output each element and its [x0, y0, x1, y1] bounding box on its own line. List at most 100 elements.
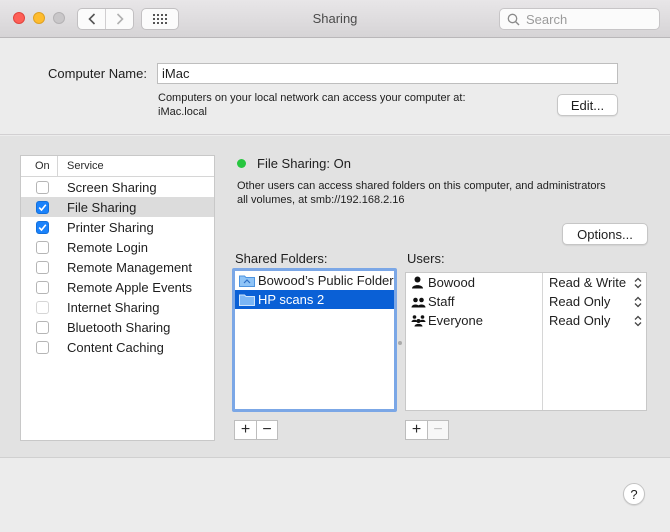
service-checkbox[interactable] [35, 220, 49, 234]
network-info-line: Computers on your local network can acce… [158, 92, 466, 104]
service-checkbox[interactable] [35, 200, 49, 214]
service-list: On Service Screen Sharing File Sharing Pri… [20, 155, 215, 441]
sharing-main-section: On Service Screen Sharing File Sharing Pri… [0, 136, 670, 458]
service-row[interactable]: Internet Sharing [21, 297, 214, 317]
service-checkbox-cell [21, 300, 67, 314]
status-indicator [237, 159, 246, 168]
user-row[interactable]: Bowood [406, 273, 542, 292]
user-icon [412, 276, 423, 289]
service-list-header: On Service [21, 156, 214, 177]
service-checkbox-cell [21, 200, 67, 214]
service-checkbox[interactable] [35, 280, 49, 294]
user-icon-wrap [411, 314, 428, 327]
remove-folder-button[interactable]: − [256, 421, 277, 439]
service-label: Remote Management [67, 259, 193, 275]
user-name: Staff [428, 294, 455, 309]
users-permissions-table: Bowood Staff Everyone Read & Write Read Onl… [405, 272, 647, 411]
service-checkbox[interactable] [35, 180, 49, 194]
computer-name-field[interactable]: iMac [157, 63, 618, 84]
shared-folder-label: HP scans 2 [258, 292, 325, 307]
folder-icon [239, 275, 255, 287]
edit-button[interactable]: Edit... [557, 94, 618, 116]
network-address: iMac.local [158, 106, 207, 118]
user-name: Bowood [428, 275, 475, 290]
service-checkbox [35, 300, 49, 314]
folder-icon-wrap [239, 293, 255, 306]
split-view-handle[interactable] [398, 341, 402, 345]
shared-folder-row[interactable]: Bowood’s Public Folder [235, 271, 394, 290]
help-button[interactable]: ? [623, 483, 645, 505]
column-header-on[interactable]: On [21, 156, 58, 176]
service-checkbox-cell [21, 240, 67, 254]
service-label: Bluetooth Sharing [67, 319, 171, 335]
remove-user-button[interactable]: − [427, 421, 448, 439]
service-checkbox-cell [21, 220, 67, 234]
service-checkbox[interactable] [35, 340, 49, 354]
shared-folder-label: Bowood’s Public Folder [258, 273, 394, 288]
sharing-window: Sharing Search Computer Name: iMac Compu… [0, 0, 670, 532]
service-checkbox[interactable] [35, 240, 49, 254]
up-down-arrows-icon [634, 315, 642, 327]
group-icon [411, 297, 426, 308]
users-column: Bowood Staff Everyone [406, 273, 543, 410]
checkmark-icon [38, 203, 46, 211]
up-down-arrows-icon [634, 296, 642, 308]
service-checkbox[interactable] [35, 320, 49, 334]
service-checkbox[interactable] [35, 260, 49, 274]
computer-name-section: Computer Name: iMac Computers on your lo… [0, 39, 670, 135]
service-checkbox-cell [21, 340, 67, 354]
add-folder-button[interactable]: + [235, 421, 256, 439]
permissions-column: Read & Write Read Only Read Only [543, 273, 646, 410]
service-label: Printer Sharing [67, 219, 154, 235]
status-description-line: all volumes, at smb://192.168.2.16 [237, 194, 405, 206]
service-row[interactable]: File Sharing [21, 197, 214, 217]
title-bar: Sharing Search [0, 0, 670, 38]
service-checkbox-cell [21, 280, 67, 294]
folder-icon [239, 294, 255, 306]
user-name: Everyone [428, 313, 483, 328]
column-header-service[interactable]: Service [58, 160, 104, 172]
service-row[interactable]: Bluetooth Sharing [21, 317, 214, 337]
status-description-line: Other users can access shared folders on… [237, 180, 606, 192]
search-field[interactable]: Search [499, 8, 660, 30]
service-row[interactable]: Content Caching [21, 337, 214, 357]
search-icon [500, 13, 526, 26]
status-description: Other users can access shared folders on… [237, 179, 647, 207]
up-down-arrows-icon [634, 277, 642, 289]
sharing-status: File Sharing: On [237, 156, 351, 171]
computer-name-label: Computer Name: [48, 66, 147, 81]
service-row[interactable]: Remote Management [21, 257, 214, 277]
shared-folders-label: Shared Folders: [235, 251, 328, 266]
permission-label: Read Only [549, 294, 611, 309]
shared-folder-row[interactable]: HP scans 2 [235, 290, 394, 309]
service-row[interactable]: Screen Sharing [21, 177, 214, 197]
permission-popup[interactable]: Read & Write [543, 273, 646, 292]
service-label: Screen Sharing [67, 179, 157, 195]
permission-popup[interactable]: Read Only [543, 292, 646, 311]
service-checkbox-cell [21, 320, 67, 334]
service-row[interactable]: Printer Sharing [21, 217, 214, 237]
network-address-info: Computers on your local network can acce… [158, 91, 466, 119]
service-row[interactable]: Remote Login [21, 237, 214, 257]
everyone-icon [411, 315, 426, 327]
service-label: Remote Apple Events [67, 279, 193, 295]
service-checkbox-cell [21, 180, 67, 194]
permission-label: Read & Write [549, 275, 627, 290]
status-text: File Sharing: On [257, 156, 351, 171]
service-row[interactable]: Remote Apple Events [21, 277, 214, 297]
service-label: File Sharing [67, 199, 137, 215]
permission-label: Read Only [549, 313, 611, 328]
user-icon-wrap [411, 295, 428, 308]
options-button[interactable]: Options... [562, 223, 648, 245]
add-user-button[interactable]: + [406, 421, 427, 439]
user-row[interactable]: Staff [406, 292, 542, 311]
permission-popup[interactable]: Read Only [543, 311, 646, 330]
user-row[interactable]: Everyone [406, 311, 542, 330]
folder-icon-wrap [239, 274, 255, 287]
user-icon-wrap [411, 276, 428, 289]
users-add-remove: + − [405, 420, 449, 440]
service-label: Content Caching [67, 339, 164, 355]
search-placeholder: Search [526, 11, 568, 27]
shared-folders-list[interactable]: Bowood’s Public Folder HP scans 2 [232, 268, 397, 412]
shared-folders-add-remove: + − [234, 420, 278, 440]
